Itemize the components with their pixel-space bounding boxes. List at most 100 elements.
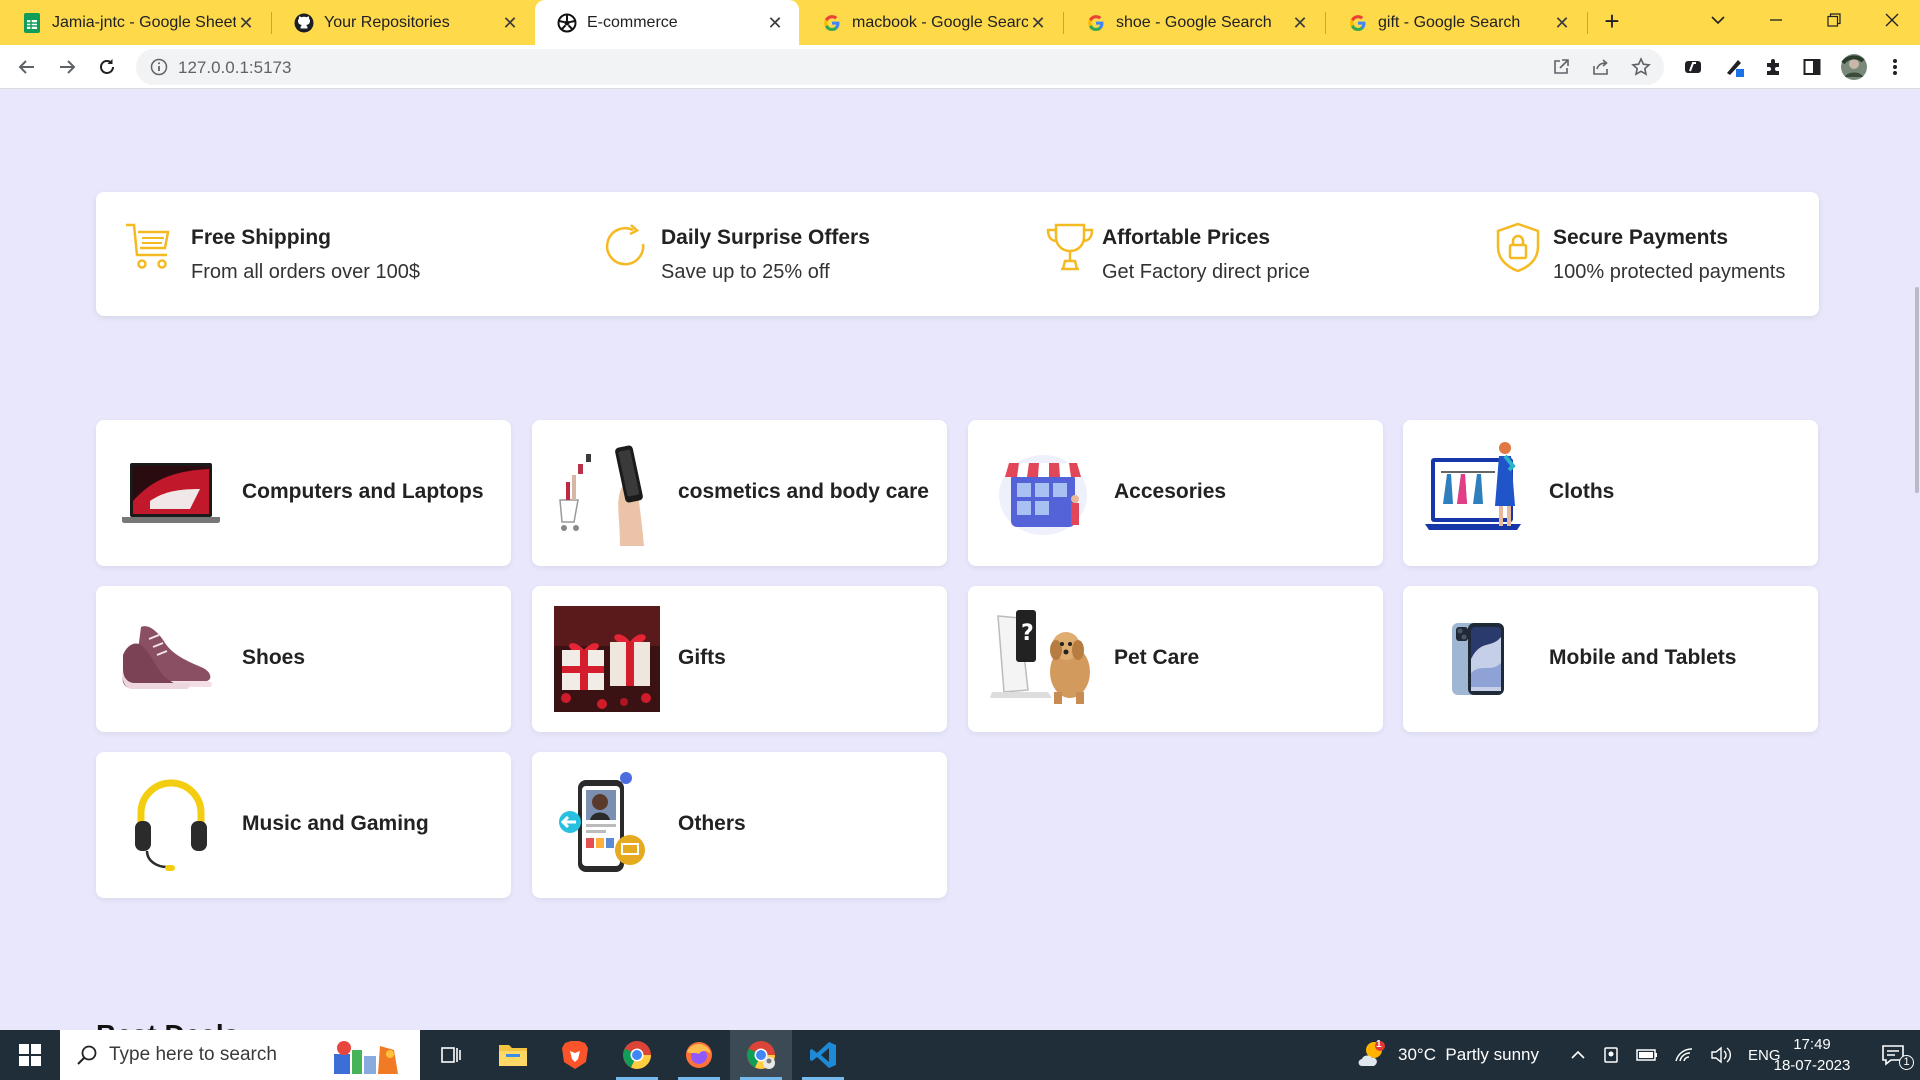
tab-search-button[interactable] bbox=[1690, 0, 1746, 40]
start-button[interactable] bbox=[0, 1030, 60, 1080]
feature-title: Free Shipping bbox=[191, 226, 332, 249]
wifi-icon[interactable] bbox=[1674, 1047, 1694, 1063]
svg-text:?: ? bbox=[1021, 621, 1034, 646]
volume-icon[interactable] bbox=[1710, 1046, 1732, 1064]
pen-extension-icon[interactable] bbox=[1724, 56, 1746, 78]
task-view-button[interactable] bbox=[420, 1030, 482, 1080]
google-icon bbox=[1086, 13, 1106, 33]
pet-care-image: ? bbox=[990, 606, 1096, 712]
category-card-others[interactable]: Others bbox=[532, 752, 947, 898]
back-button[interactable] bbox=[12, 52, 42, 82]
minimize-button[interactable] bbox=[1748, 0, 1804, 40]
bookmark-star-icon[interactable] bbox=[1630, 56, 1652, 78]
reload-button[interactable] bbox=[92, 52, 122, 82]
scrollbar-thumb[interactable] bbox=[1915, 287, 1919, 493]
weather-badge-count: 1 bbox=[1376, 1039, 1382, 1050]
tab-macbook-search[interactable]: macbook - Google Search ✕ bbox=[800, 0, 1062, 45]
category-card-mobile-and-tablets[interactable]: Mobile and Tablets bbox=[1403, 586, 1818, 732]
file-explorer-icon bbox=[499, 1045, 527, 1066]
forward-button[interactable] bbox=[52, 52, 82, 82]
category-label: Mobile and Tablets bbox=[1549, 646, 1737, 669]
address-bar[interactable]: 127.0.0.1:5173 bbox=[136, 49, 1664, 85]
share-icon[interactable] bbox=[1590, 56, 1612, 78]
category-card-cloths[interactable]: Cloths bbox=[1403, 420, 1818, 566]
firefox-icon bbox=[686, 1042, 712, 1068]
accessories-shop-image bbox=[990, 440, 1096, 546]
taskbar-chrome-active[interactable] bbox=[730, 1030, 792, 1080]
new-tab-button[interactable]: + bbox=[1598, 8, 1626, 36]
vscode-icon bbox=[810, 1042, 836, 1068]
feature-subtitle: Get Factory direct price bbox=[1102, 261, 1310, 283]
extension-icon[interactable] bbox=[1682, 56, 1704, 78]
feature-subtitle: Save up to 25% off bbox=[661, 261, 830, 283]
category-card-accesories[interactable]: Accesories bbox=[968, 420, 1383, 566]
close-tab-icon[interactable]: ✕ bbox=[1290, 13, 1310, 33]
search-icon bbox=[77, 1045, 97, 1065]
category-card-shoes[interactable]: Shoes bbox=[96, 586, 511, 732]
taskbar-file-explorer[interactable] bbox=[482, 1030, 544, 1080]
category-card-music-and-gaming[interactable]: Music and Gaming bbox=[96, 752, 511, 898]
category-card-computers-and-laptops[interactable]: Computers and Laptops bbox=[96, 420, 511, 566]
close-window-button[interactable] bbox=[1864, 0, 1920, 40]
category-label: Computers and Laptops bbox=[242, 480, 484, 503]
tab-title: macbook - Google Search bbox=[852, 13, 1028, 31]
feature-daily-surprise-offers: Daily Surprise Offers Save up to 25% off bbox=[601, 222, 981, 292]
taskbar-clock[interactable]: 17:49 18-07-2023 bbox=[1770, 1034, 1854, 1076]
chevron-up-icon[interactable] bbox=[1570, 1050, 1586, 1060]
features-bar: Free Shipping From all orders over 100$ … bbox=[96, 192, 1819, 316]
close-tab-icon[interactable]: ✕ bbox=[500, 13, 520, 33]
close-tab-icon[interactable]: ✕ bbox=[1028, 13, 1048, 33]
clothes-laptop-image bbox=[1425, 440, 1531, 546]
info-icon bbox=[150, 58, 168, 76]
category-card-cosmetics-and-body-care[interactable]: cosmetics and body care bbox=[532, 420, 947, 566]
category-label: Accesories bbox=[1114, 480, 1227, 503]
feature-title: Affortable Prices bbox=[1102, 226, 1271, 249]
category-label: Cloths bbox=[1549, 480, 1615, 503]
taskbar-firefox[interactable] bbox=[668, 1030, 730, 1080]
notification-center-button[interactable]: 1 bbox=[1866, 1030, 1920, 1080]
close-tab-icon[interactable]: ✕ bbox=[236, 13, 256, 33]
kebab-menu-icon[interactable] bbox=[1884, 56, 1906, 78]
google-icon bbox=[1348, 13, 1368, 33]
tab-gift-search[interactable]: gift - Google Search ✕ bbox=[1326, 0, 1586, 45]
close-tab-icon[interactable]: ✕ bbox=[1552, 13, 1572, 33]
taskbar-brave[interactable] bbox=[544, 1030, 606, 1080]
headphones-image bbox=[118, 772, 224, 878]
tab-shoe-search[interactable]: shoe - Google Search ✕ bbox=[1064, 0, 1324, 45]
category-label: Gifts bbox=[678, 646, 726, 669]
smartphone-image bbox=[1425, 606, 1531, 712]
profile-avatar[interactable] bbox=[1840, 53, 1868, 81]
gift-boxes-image bbox=[554, 606, 660, 712]
restore-icon bbox=[1827, 13, 1841, 27]
meet-now-icon[interactable] bbox=[1602, 1046, 1620, 1064]
taskbar-chrome[interactable] bbox=[606, 1030, 668, 1080]
tab-title: gift - Google Search bbox=[1378, 13, 1521, 31]
category-label: Shoes bbox=[242, 646, 306, 669]
tab-title: Jamia-jntc - Google Sheets bbox=[52, 13, 236, 31]
chevron-down-icon bbox=[1711, 16, 1725, 25]
battery-icon[interactable] bbox=[1636, 1048, 1658, 1062]
refresh-icon bbox=[605, 224, 645, 266]
mobile-shopping-image bbox=[554, 772, 660, 878]
laptop-image bbox=[118, 440, 224, 546]
weather-widget[interactable]: 1 30°C Partly sunny bbox=[1356, 1030, 1539, 1080]
category-label: Others bbox=[678, 812, 746, 835]
taskbar-vscode[interactable] bbox=[792, 1030, 854, 1080]
taskbar-search-box[interactable]: Type here to search bbox=[60, 1030, 420, 1080]
page-scrollbar[interactable] bbox=[1914, 89, 1920, 1030]
trophy-icon bbox=[1046, 223, 1094, 271]
category-card-gifts[interactable]: Gifts bbox=[532, 586, 947, 732]
github-icon bbox=[294, 13, 314, 33]
google-icon bbox=[822, 13, 842, 33]
open-in-app-icon[interactable] bbox=[1550, 56, 1572, 78]
category-card-pet-care[interactable]: ? Pet Care bbox=[968, 586, 1383, 732]
side-panel-icon[interactable] bbox=[1801, 56, 1823, 78]
tab-google-sheets[interactable]: Jamia-jntc - Google Sheets ✕ bbox=[0, 0, 270, 45]
restore-button[interactable] bbox=[1806, 0, 1862, 40]
puzzle-extensions-icon[interactable] bbox=[1762, 56, 1784, 78]
feature-subtitle: From all orders over 100$ bbox=[191, 261, 420, 283]
search-placeholder: Type here to search bbox=[109, 1044, 277, 1065]
tab-e-commerce[interactable]: E-commerce ✕ bbox=[535, 0, 799, 45]
close-tab-icon[interactable]: ✕ bbox=[765, 13, 785, 33]
tab-your-repositories[interactable]: Your Repositories ✕ bbox=[272, 0, 534, 45]
